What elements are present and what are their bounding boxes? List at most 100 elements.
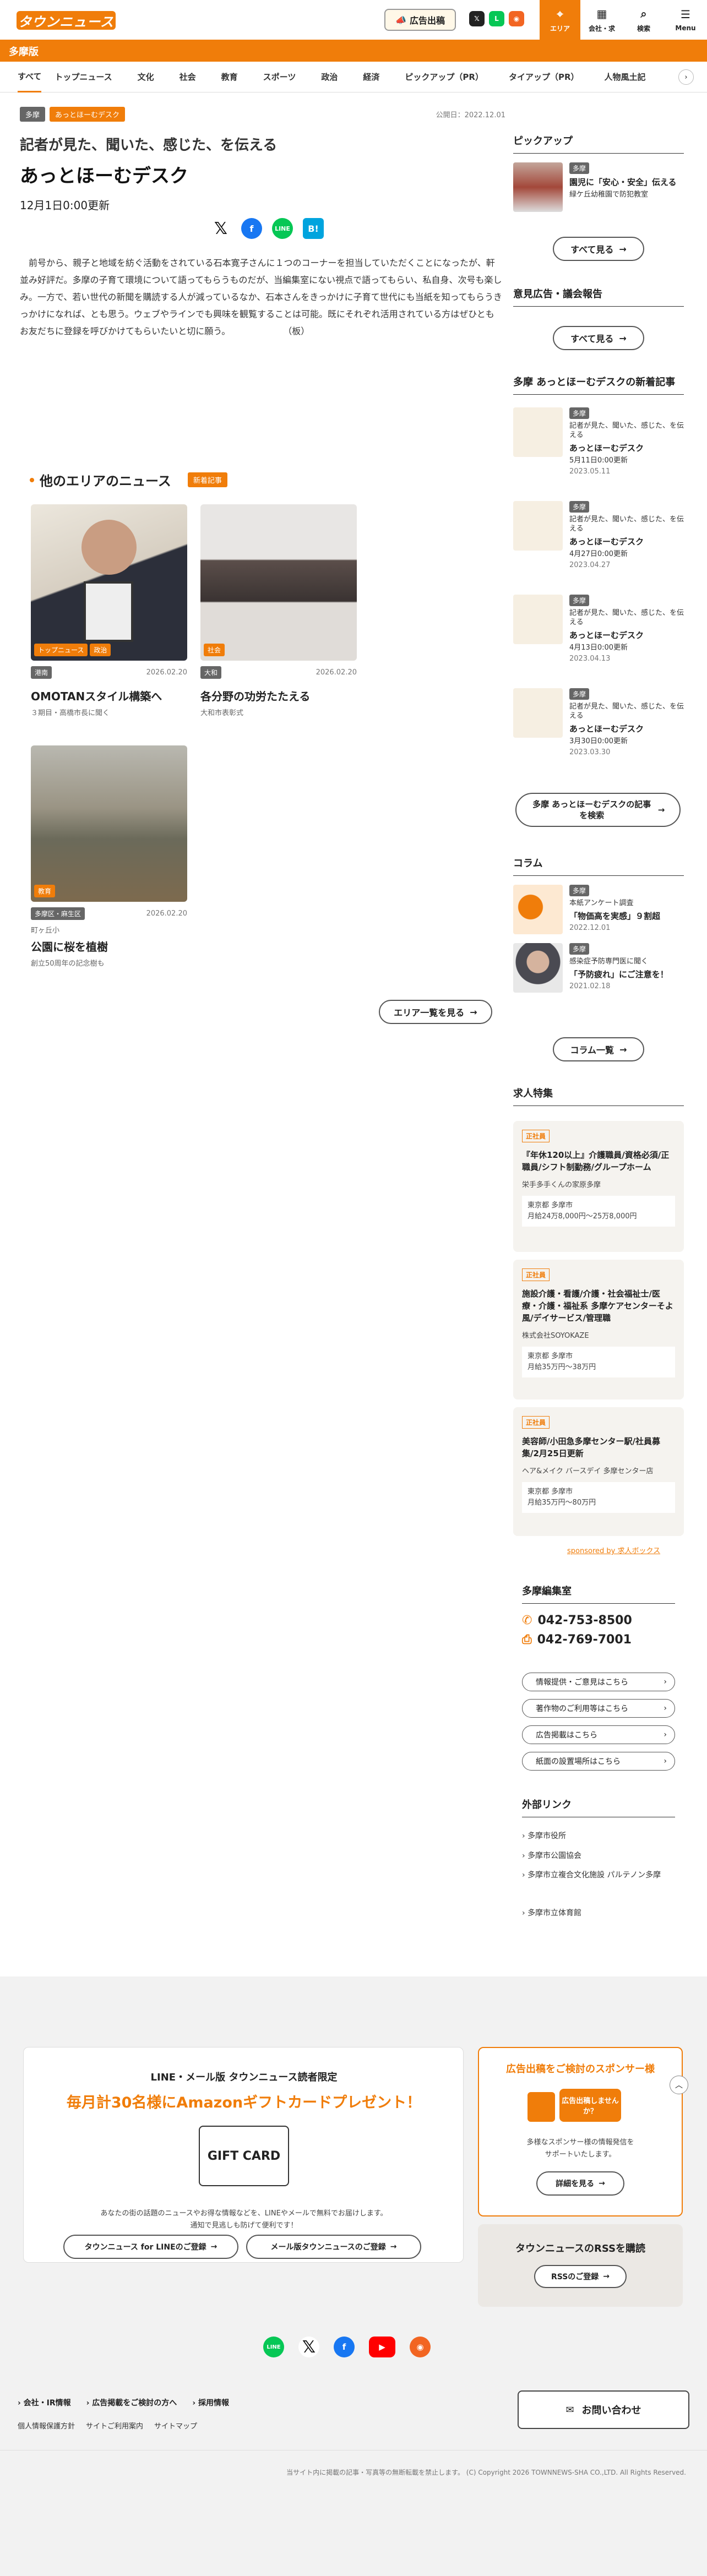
rss-icon[interactable]: ◉ xyxy=(410,2337,431,2357)
card-date: 2026.02.20 xyxy=(316,668,357,677)
desk-item[interactable]: 多摩 記者が見た、聞いた、感じた、を伝える あっとほーむデスク 4月27日0:0… xyxy=(513,501,684,595)
line-register-button[interactable]: タウンニュース for LINEのご登録 → xyxy=(63,2235,238,2259)
line-icon[interactable]: L xyxy=(489,11,504,26)
office-link[interactable]: 情報提供・ご意見はこちら › xyxy=(522,1673,675,1691)
desk-tag: 多摩 xyxy=(569,501,590,513)
nav-area[interactable]: ⌖ エリア xyxy=(540,0,580,40)
category-tag[interactable]: あっとほーむデスク xyxy=(50,107,126,122)
tab-politics[interactable]: 政治 xyxy=(321,62,350,92)
external-link[interactable]: › 多摩市役所 xyxy=(522,1830,566,1841)
x-share-icon[interactable]: 𝕏 xyxy=(210,218,231,239)
column-more-button[interactable]: コラム一覧 → xyxy=(553,1037,644,1061)
desk-text: 記者が見た、聞いた、感じた、を伝える xyxy=(569,422,684,439)
office-link[interactable]: 紙面の設置場所はこちら › xyxy=(522,1752,675,1771)
rss-icon[interactable]: ◉ xyxy=(509,11,524,26)
desk-item[interactable]: 多摩 記者が見た、聞いた、感じた、を伝える あっとほーむデスク 3月30日0:0… xyxy=(513,688,684,782)
desk-text: 記者が見た、聞いた、感じた、を伝える xyxy=(569,702,684,720)
x-icon[interactable]: 𝕏 xyxy=(298,2337,319,2357)
arrow-right-icon: → xyxy=(619,333,627,344)
desk-tag: 多摩 xyxy=(569,407,590,419)
tab-society[interactable]: 社会 xyxy=(180,62,208,92)
footer-sublink[interactable]: 個人情報保護方針 xyxy=(18,2420,75,2431)
tab-tieup-pr[interactable]: タイアップ（PR） xyxy=(509,62,591,92)
rss-register-button[interactable]: RSSのご登録 → xyxy=(534,2265,627,2288)
ad-button-label: 広告出稿 xyxy=(409,15,445,26)
chevron-right-icon[interactable]: › xyxy=(678,69,694,85)
desk-search-button[interactable]: 多摩 あっとほーむデスクの記事を検索 → xyxy=(515,793,681,827)
facebook-share-icon[interactable]: f xyxy=(241,218,262,239)
facebook-icon[interactable]: f xyxy=(334,2337,355,2357)
line-share-icon[interactable]: LINE xyxy=(272,218,293,239)
nav-menu[interactable]: ☰ Menu xyxy=(665,0,706,40)
opinion-more-button[interactable]: すべて見る → xyxy=(553,326,644,350)
desk-tag: 多摩 xyxy=(569,688,590,700)
office-link[interactable]: 広告掲載はこちら › xyxy=(522,1725,675,1744)
chevron-right-icon: › xyxy=(664,1704,667,1713)
tab-top-news[interactable]: トップニュース xyxy=(55,62,124,92)
desk-name: あっとほーむデスク xyxy=(569,443,644,453)
new-articles-tag[interactable]: 新着記事 xyxy=(187,472,227,487)
external-link[interactable]: › 多摩市立複合文化施設 パルテノン多摩 xyxy=(522,1870,665,1881)
job-card[interactable]: 正社員 『年休120以上』介護職員/資格必須/正職員/シフト制勤務/グループホー… xyxy=(513,1121,684,1252)
column-item[interactable]: 多摩 感染症予防専門医に聞く 「予防疲れ」にご注意を！ 2021.02.18 xyxy=(513,943,684,993)
tab-sports[interactable]: スポーツ xyxy=(263,62,308,92)
tab-all[interactable]: すべて xyxy=(18,62,42,92)
area-list-button[interactable]: エリア一覧を見る → xyxy=(379,1000,492,1024)
desk-date: 2023.04.27 xyxy=(569,561,611,569)
tab-pickup-pr[interactable]: ピックアップ（PR） xyxy=(405,62,496,92)
footer-sublinks: 個人情報保護方針 サイトご利用案内 サイトマップ xyxy=(18,2420,197,2431)
footer-link[interactable]: › 採用情報 xyxy=(192,2397,229,2408)
arrow-right-icon: → xyxy=(390,2242,397,2251)
nav-search[interactable]: ⌕ 検索 xyxy=(623,0,664,40)
tab-culture[interactable]: 文化 xyxy=(138,62,166,92)
column-tag: 多摩 xyxy=(569,885,590,896)
card-area: 港南 xyxy=(31,666,52,679)
tab-people[interactable]: 人物風土記 xyxy=(605,62,658,92)
footer-sublink[interactable]: サイトご利用案内 xyxy=(86,2420,143,2431)
scroll-top-button[interactable]: ︿ xyxy=(670,2076,688,2094)
card-title: OMOTANスタイル構築へ xyxy=(31,690,162,703)
published-date: 公開日：2022.12.01 xyxy=(436,111,505,119)
desk-item[interactable]: 多摩 記者が見た、聞いた、感じた、を伝える あっとほーむデスク 5月11日0:0… xyxy=(513,407,684,501)
x-icon[interactable]: 𝕏 xyxy=(469,11,485,26)
tab-education[interactable]: 教育 xyxy=(221,62,250,92)
job-title: 『年休120以上』介護職員/資格必須/正職員/シフト制勤務/グループホーム xyxy=(522,1150,670,1172)
pickup-more-button[interactable]: すべて見る → xyxy=(553,237,644,261)
external-link-label: 多摩市立体育館 xyxy=(527,1909,582,1918)
area-tag[interactable]: 多摩 xyxy=(20,107,46,122)
footer-link[interactable]: › 広告掲載をご検討の方へ xyxy=(86,2397,177,2408)
job-location: 東京都 多摩市 xyxy=(527,1201,573,1210)
job-location: 東京都 多摩市 xyxy=(527,1352,573,1360)
site-logo[interactable]: タウンニュース xyxy=(17,11,116,30)
external-link[interactable]: › 多摩市立体育館 xyxy=(522,1907,581,1918)
opinion-section: 意見広告・議会報告 xyxy=(513,286,684,307)
edition-bar: 多摩版 xyxy=(0,40,707,62)
desk-item[interactable]: 多摩 記者が見た、聞いた、感じた、を伝える あっとほーむデスク 4月13日0:0… xyxy=(513,595,684,688)
column-more-label: コラム一覧 xyxy=(570,1045,614,1055)
job-card[interactable]: 正社員 施設介護・看護/介護・社会福祉士/医療・介護・福祉系 多摩ケアセンターそ… xyxy=(513,1260,684,1399)
external-link[interactable]: › 多摩市公園協会 xyxy=(522,1850,581,1861)
sponsored-link[interactable]: sponsored by 求人ボックス xyxy=(567,1545,660,1555)
line-icon[interactable]: LINE xyxy=(263,2337,284,2357)
hatena-share-icon[interactable]: B! xyxy=(303,218,324,239)
article-title: あっとほーむデスク xyxy=(20,165,188,187)
job-card[interactable]: 正社員 美容師/小田急多摩センター駅/社員募集/2月25日更新 ヘア&メイク バ… xyxy=(513,1407,684,1536)
column-item[interactable]: 多摩 本紙アンケート調査 「物価高を実感」９割超 2022.12.01 xyxy=(513,885,684,934)
news-card[interactable]: 教育 多摩区・麻生区 2026.02.20 町ヶ丘小 公園に桜を植樹 創立50周… xyxy=(31,745,187,968)
footer-sublink[interactable]: サイトマップ xyxy=(154,2420,197,2431)
news-card[interactable]: 社会 大和 2026.02.20 各分野の功労たたえる 大和市表彰式 xyxy=(200,504,357,717)
ad-button[interactable]: 📣 広告出稿 xyxy=(384,9,456,31)
office-link[interactable]: 著作物のご利用等はこちら › xyxy=(522,1699,675,1718)
contact-button[interactable]: ✉ お問い合わせ xyxy=(518,2390,689,2429)
tab-economy[interactable]: 経済 xyxy=(363,62,391,92)
desk-thumb xyxy=(513,501,563,551)
footer-link[interactable]: › 会社・IR情報 xyxy=(18,2397,71,2408)
promo-desc1: あなたの街の話題のニュースやお得な情報などを、LINEやメールで無料でお届けしま… xyxy=(100,2209,388,2218)
news-card[interactable]: トップニュース 政治 港南 2026.02.20 OMOTANスタイル構築へ ３… xyxy=(31,504,187,717)
mail-register-button[interactable]: メール版タウンニュースのご登録 → xyxy=(246,2235,421,2259)
pickup-item[interactable]: 多摩 園児に「安心・安全」伝える 緑ケ丘幼稚園で防犯教室 xyxy=(513,162,684,212)
youtube-icon[interactable]: ▶ xyxy=(369,2337,395,2357)
office-tel[interactable]: 042-753-8500 xyxy=(537,1614,632,1627)
sponsor-detail-button[interactable]: 詳細を見る → xyxy=(536,2171,624,2196)
nav-company[interactable]: ▦ 会社・求 xyxy=(581,0,622,40)
